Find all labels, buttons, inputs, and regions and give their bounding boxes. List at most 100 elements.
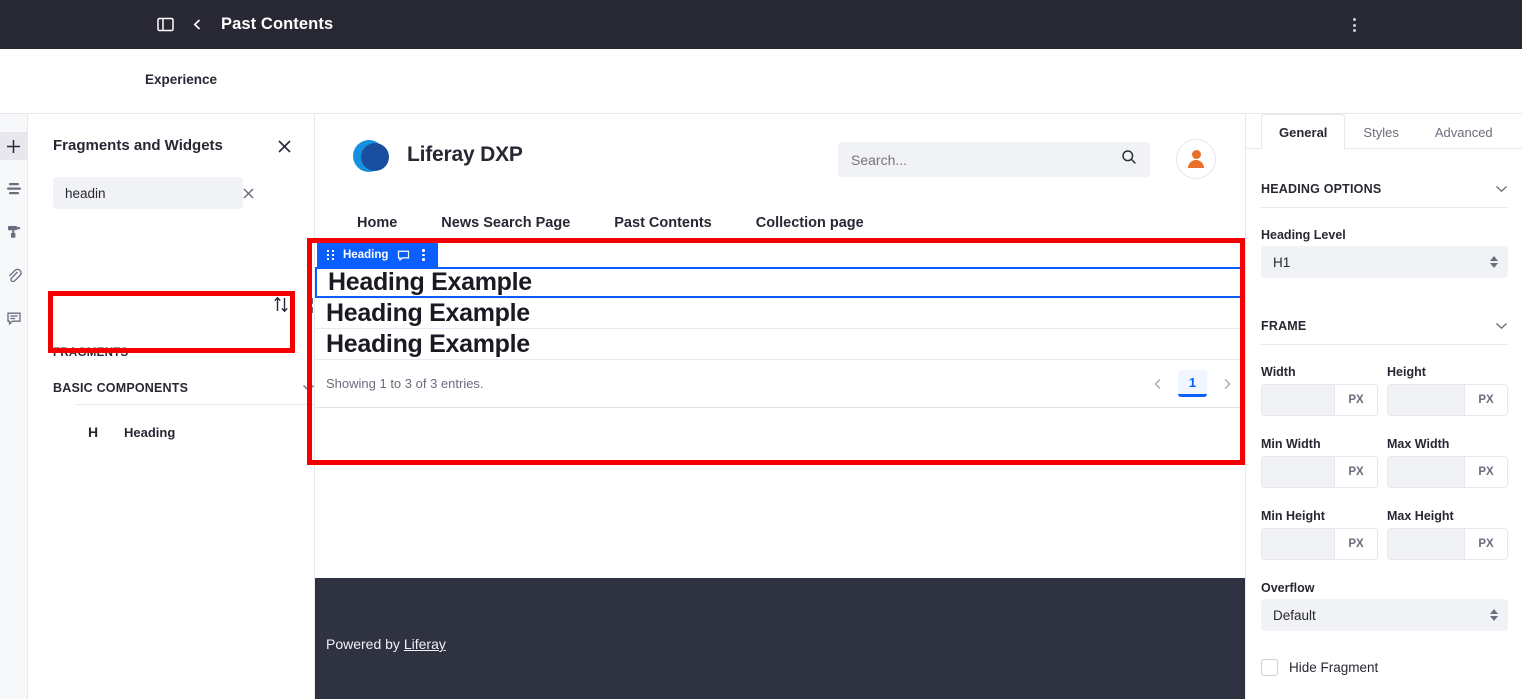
hide-fragment-checkbox[interactable]: Hide Fragment	[1261, 659, 1378, 676]
site-footer: Powered by Liferay	[315, 578, 1245, 699]
nav-link-past-contents[interactable]: Past Contents	[614, 215, 712, 231]
tab-general[interactable]: General	[1261, 114, 1346, 149]
heading-letter-icon: H	[88, 424, 99, 440]
nav-link-collection-page[interactable]: Collection page	[756, 215, 864, 231]
site-navigation: Home News Search Page Past Contents Coll…	[315, 203, 1245, 243]
footer-text: Powered by Liferay	[326, 636, 446, 652]
back-chevron-left-icon[interactable]	[182, 10, 212, 40]
comment-icon[interactable]	[397, 249, 410, 262]
min-height-input[interactable]	[1262, 529, 1334, 559]
section-frame[interactable]: FRAME	[1261, 319, 1508, 333]
nav-link-home[interactable]: Home	[357, 215, 397, 231]
pagination-showing-text: Showing 1 to 3 of 3 entries.	[326, 376, 484, 391]
chevron-down-icon	[302, 381, 315, 395]
min-width-label: Min Width	[1261, 437, 1321, 451]
fragments-and-widgets-panel: Fragments and Widgets FRAGMENTS BASIC CO…	[28, 114, 322, 699]
pagination-page-1[interactable]: 1	[1178, 370, 1207, 397]
search-icon[interactable]	[1121, 149, 1137, 170]
fragments-search-input[interactable]	[65, 185, 242, 201]
overflow-select[interactable]: Default	[1261, 599, 1508, 631]
heading-row-selected[interactable]: Heading Example	[315, 267, 1245, 298]
rail-comments-icon[interactable]	[0, 304, 28, 332]
checkbox-box[interactable]	[1261, 659, 1278, 676]
width-unit[interactable]: PX	[1334, 385, 1377, 415]
divider	[1261, 344, 1508, 345]
site-header: Liferay DXP	[315, 114, 1245, 203]
heading-text: Heading Example	[326, 329, 530, 358]
min-width-input[interactable]	[1262, 457, 1334, 487]
overflow-label: Overflow	[1261, 581, 1315, 595]
max-width-input[interactable]	[1388, 457, 1464, 487]
drag-handle-icon[interactable]	[327, 250, 334, 260]
min-height-label: Min Height	[1261, 509, 1325, 523]
fragment-toolbar-label: Heading	[343, 249, 389, 261]
heading-text: Heading Example	[326, 298, 530, 327]
fragment-toolbar: Heading	[317, 243, 438, 267]
height-unit[interactable]: PX	[1464, 385, 1507, 415]
max-width-field[interactable]: PX	[1387, 456, 1508, 488]
pagination-controls: 1	[1152, 370, 1233, 397]
sort-icon[interactable]	[273, 296, 289, 318]
fragments-search-box[interactable]	[53, 177, 254, 209]
heading-row[interactable]: Heading Example	[315, 329, 1245, 360]
height-field[interactable]: PX	[1387, 384, 1508, 416]
heading-level-select[interactable]: H1	[1261, 246, 1508, 278]
fragment-toolbar-kebab-icon[interactable]	[419, 249, 428, 261]
rail-attachments-icon[interactable]	[0, 261, 28, 289]
tab-styles[interactable]: Styles	[1345, 114, 1416, 149]
fragment-group-basic-components[interactable]: BASIC COMPONENTS	[53, 378, 315, 398]
user-avatar-icon[interactable]	[1176, 139, 1216, 179]
footer-prefix: Powered by	[326, 636, 404, 652]
drop-zone[interactable]	[315, 408, 1245, 444]
pagination-next-chevron-right-icon[interactable]	[1221, 378, 1233, 390]
fragments-panel-title: Fragments and Widgets	[53, 137, 223, 154]
min-width-unit[interactable]: PX	[1334, 457, 1377, 487]
rail-style-book-icon[interactable]	[0, 218, 28, 246]
footer-link-liferay[interactable]: Liferay	[404, 636, 446, 652]
rail-page-structure-icon[interactable]	[0, 175, 28, 203]
editor-icon-rail	[0, 114, 28, 699]
max-height-unit[interactable]: PX	[1464, 529, 1507, 559]
width-field[interactable]: PX	[1261, 384, 1378, 416]
section-heading-options[interactable]: HEADING OPTIONS	[1261, 182, 1508, 196]
pagination-bar: Showing 1 to 3 of 3 entries. 1	[315, 360, 1245, 408]
min-width-field[interactable]: PX	[1261, 456, 1378, 488]
heading-row[interactable]: Heading Example	[315, 298, 1245, 329]
site-search-input[interactable]	[851, 151, 1121, 168]
height-input[interactable]	[1388, 385, 1464, 415]
fragment-item-label: Heading	[124, 424, 176, 440]
rail-add-icon[interactable]	[0, 132, 28, 160]
tab-advanced[interactable]: Advanced	[1417, 114, 1511, 149]
chevron-updown-icon	[1490, 256, 1498, 268]
fragment-list-item-heading[interactable]: H Heading	[88, 424, 175, 440]
max-height-field[interactable]: PX	[1387, 528, 1508, 560]
min-height-field[interactable]: PX	[1261, 528, 1378, 560]
fragments-section-label: FRAGMENTS	[53, 347, 129, 359]
max-height-input[interactable]	[1388, 529, 1464, 559]
overflow-value: Default	[1273, 607, 1316, 623]
sidebar-toggle-icon[interactable]	[150, 10, 180, 40]
max-height-label: Max Height	[1387, 509, 1454, 523]
top-bar-kebab-icon[interactable]	[1341, 12, 1367, 38]
heading-text: Heading Example	[328, 268, 532, 296]
page-editor-app: Past Contents Experience Default	[0, 0, 1522, 699]
experience-label: Experience	[145, 72, 218, 87]
liferay-logo-icon	[353, 140, 391, 178]
width-label: Width	[1261, 365, 1296, 379]
top-bar: Past Contents	[0, 0, 1522, 49]
heading-fragment-collection: Heading Heading Example Heading Example …	[315, 243, 1245, 444]
fragment-group-label: BASIC COMPONENTS	[53, 381, 189, 395]
max-width-unit[interactable]: PX	[1464, 457, 1507, 487]
pagination-prev-chevron-left-icon[interactable]	[1152, 378, 1164, 390]
divider	[1261, 207, 1508, 208]
heading-level-value: H1	[1273, 254, 1291, 270]
nav-link-news-search-page[interactable]: News Search Page	[441, 215, 570, 231]
clear-search-icon[interactable]	[242, 184, 255, 202]
max-width-label: Max Width	[1387, 437, 1450, 451]
page-title: Past Contents	[221, 15, 334, 33]
site-search-box[interactable]	[838, 142, 1150, 177]
control-bar: Experience Default	[0, 49, 1522, 146]
min-height-unit[interactable]: PX	[1334, 529, 1377, 559]
close-icon[interactable]	[273, 135, 295, 157]
width-input[interactable]	[1262, 385, 1334, 415]
